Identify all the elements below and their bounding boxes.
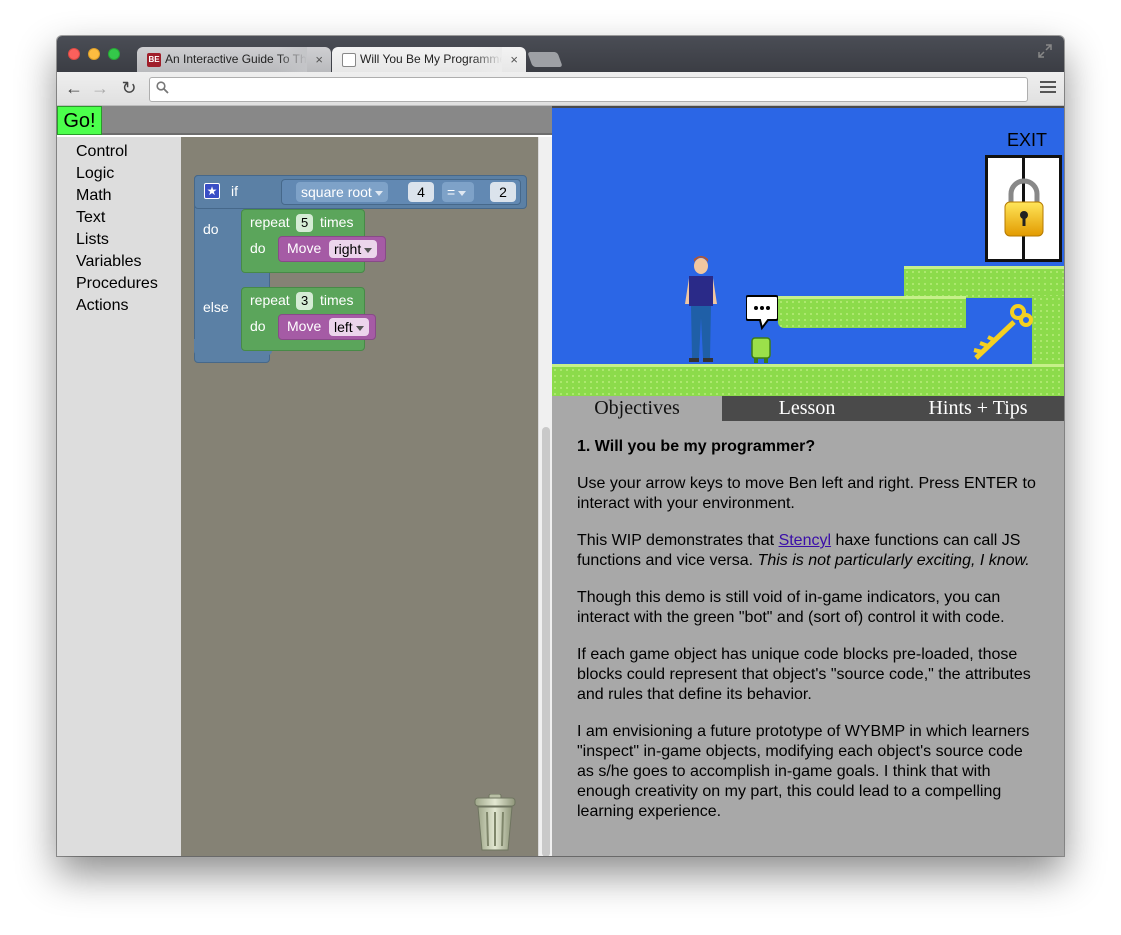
ben-character-icon bbox=[685, 256, 717, 362]
toolbox-category-procedures[interactable]: Procedures bbox=[76, 273, 181, 295]
workspace-scrollbar[interactable] bbox=[538, 137, 552, 856]
direction-dropdown[interactable]: right bbox=[329, 240, 378, 258]
repeat-label: repeat bbox=[250, 214, 290, 230]
fullscreen-icon[interactable] bbox=[1038, 44, 1054, 60]
mutator-star-icon[interactable]: ★ bbox=[204, 183, 220, 199]
toolbox-category-control[interactable]: Control bbox=[76, 141, 181, 163]
repeat-block-then[interactable]: repeat 5 times do Move right bbox=[241, 209, 386, 273]
toolbox-category-math[interactable]: Math bbox=[76, 185, 181, 207]
repeat-block-else[interactable]: repeat 3 times do Move left bbox=[241, 287, 376, 351]
objective-paragraph-3: Though this demo is still void of in-gam… bbox=[577, 589, 1005, 626]
browser-window: BE An Interactive Guide To Th × Will You… bbox=[57, 36, 1064, 856]
minimize-window-button[interactable] bbox=[88, 48, 100, 60]
new-tab-button[interactable] bbox=[527, 52, 563, 67]
toolbox-category-logic[interactable]: Logic bbox=[76, 163, 181, 185]
browser-tab-wybmp[interactable]: Will You Be My Programme × bbox=[332, 47, 526, 72]
inner-do-label: do bbox=[250, 318, 266, 334]
tab-title: An Interactive Guide To Th bbox=[165, 47, 307, 72]
objective-paragraph-2: This WIP demonstrates that Stencyl haxe … bbox=[577, 532, 1030, 569]
key-icon bbox=[973, 304, 1033, 360]
game-canvas[interactable]: EXIT bbox=[552, 106, 1064, 396]
tab-hints-tips[interactable]: Hints + Tips bbox=[892, 396, 1064, 421]
sqrt-dropdown[interactable]: square root bbox=[296, 182, 388, 202]
browser-toolbar: ← → ↻ bbox=[57, 72, 1064, 106]
move-label: Move bbox=[287, 318, 322, 334]
repeat-label: repeat bbox=[250, 292, 290, 308]
do-label: do bbox=[203, 221, 219, 237]
tab-close-icon[interactable]: × bbox=[510, 47, 518, 72]
objective-paragraph-4: If each game object has unique code bloc… bbox=[577, 646, 1031, 703]
toolbox-category-text[interactable]: Text bbox=[76, 207, 181, 229]
be-favicon-icon: BE bbox=[147, 53, 161, 67]
repeat-count-field[interactable]: 3 bbox=[296, 292, 314, 310]
forward-arrow-icon[interactable]: → bbox=[89, 77, 111, 99]
left-number-field[interactable]: 4 bbox=[408, 182, 434, 202]
times-label: times bbox=[320, 214, 354, 230]
repeat-count-field[interactable]: 5 bbox=[296, 214, 314, 232]
tab-close-icon[interactable]: × bbox=[315, 47, 323, 72]
close-window-button[interactable] bbox=[68, 48, 80, 60]
page-content: Go! Control Logic Math Text Lists Variab… bbox=[57, 106, 1064, 856]
padlock-icon bbox=[1004, 178, 1044, 237]
exit-door bbox=[985, 155, 1062, 262]
go-button[interactable]: Go! bbox=[57, 106, 102, 135]
times-label: times bbox=[320, 292, 354, 308]
address-bar[interactable] bbox=[149, 77, 1028, 102]
title-bar: BE An Interactive Guide To Th × Will You… bbox=[57, 36, 1064, 72]
editor-toolbar: Go! bbox=[57, 106, 552, 135]
toolbox-category-variables[interactable]: Variables bbox=[76, 251, 181, 273]
objective-paragraph-1: Use your arrow keys to move Ben left and… bbox=[577, 475, 1036, 512]
back-arrow-icon[interactable]: ← bbox=[63, 77, 85, 99]
ground bbox=[552, 364, 1064, 396]
menu-icon[interactable] bbox=[1040, 79, 1056, 97]
direction-dropdown[interactable]: left bbox=[329, 318, 369, 336]
info-tabs: Objectives Lesson Hints + Tips bbox=[552, 396, 1064, 421]
objectives-panel: 1. Will you be my programmer? Use your a… bbox=[552, 421, 1064, 856]
tab-objectives[interactable]: Objectives bbox=[552, 396, 722, 421]
tab-title: Will You Be My Programme bbox=[360, 47, 502, 72]
logic-compare-block[interactable]: square root 4 = 2 bbox=[281, 179, 521, 205]
toolbox-category-actions[interactable]: Actions bbox=[76, 295, 181, 317]
trash-can-icon[interactable] bbox=[473, 793, 517, 852]
objective-paragraph-5: I am envisioning a future prototype of W… bbox=[577, 723, 1030, 820]
compare-operator-dropdown[interactable]: = bbox=[442, 182, 474, 202]
document-favicon-icon bbox=[342, 53, 356, 67]
stencyl-link[interactable]: Stencyl bbox=[779, 532, 831, 549]
block-workspace[interactable]: ★ if square root 4 = 2 do else repeat 5 … bbox=[181, 137, 538, 856]
toolbox-category-lists[interactable]: Lists bbox=[76, 229, 181, 251]
objective-heading: 1. Will you be my programmer? bbox=[577, 438, 816, 455]
exit-label: EXIT bbox=[1007, 130, 1048, 150]
move-right-block[interactable]: Move right bbox=[278, 236, 386, 262]
bot-character-icon bbox=[746, 295, 778, 363]
right-number-field[interactable]: 2 bbox=[490, 182, 516, 202]
address-input[interactable] bbox=[176, 80, 1016, 99]
inner-do-label: do bbox=[250, 240, 266, 256]
reload-icon[interactable]: ↻ bbox=[118, 77, 140, 99]
move-label: Move bbox=[287, 240, 322, 256]
if-label: if bbox=[231, 183, 238, 199]
block-toolbox: Control Logic Math Text Lists Variables … bbox=[57, 137, 181, 856]
else-label: else bbox=[203, 299, 229, 315]
tab-lesson[interactable]: Lesson bbox=[722, 396, 892, 421]
move-left-block[interactable]: Move left bbox=[278, 314, 376, 340]
maximize-window-button[interactable] bbox=[108, 48, 120, 60]
browser-tab-guide[interactable]: BE An Interactive Guide To Th × bbox=[137, 47, 331, 72]
search-icon bbox=[156, 81, 169, 97]
